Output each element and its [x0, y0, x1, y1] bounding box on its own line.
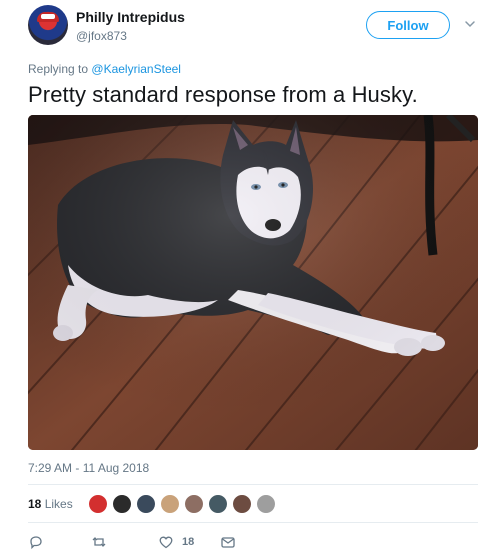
follow-button[interactable]: Follow: [366, 11, 450, 39]
retweet-icon: [92, 537, 106, 547]
liker-avatar[interactable]: [88, 494, 108, 514]
action-bar: 18: [28, 534, 478, 554]
likers-avatars: [88, 494, 280, 514]
direct-message-button[interactable]: [220, 534, 236, 550]
liker-avatar[interactable]: [232, 494, 252, 514]
liker-avatar[interactable]: [208, 494, 228, 514]
chevron-down-icon[interactable]: [464, 18, 476, 30]
likes-label: Likes: [44, 497, 73, 511]
liker-avatar[interactable]: [184, 494, 204, 514]
user-name[interactable]: Philly Intrepidus: [76, 9, 185, 25]
reply-mention-link[interactable]: @KaelyrianSteel: [91, 62, 181, 76]
avatar[interactable]: [28, 5, 68, 45]
liker-avatar[interactable]: [160, 494, 180, 514]
like-count: 18: [182, 536, 195, 548]
avatar-logo: [41, 14, 55, 19]
likes-number: 18: [28, 497, 42, 511]
tweet-photo[interactable]: [28, 115, 478, 450]
liker-avatar[interactable]: [256, 494, 276, 514]
reply-context: Replying to @KaelyrianSteel: [28, 62, 181, 76]
tweet-header: Philly Intrepidus @jfox873 Follow: [28, 0, 490, 50]
reply-prefix: Replying to: [28, 62, 89, 76]
tweet-timestamp[interactable]: 7:29 AM - 11 Aug 2018: [28, 461, 149, 475]
divider: [28, 484, 478, 485]
user-handle[interactable]: @jfox873: [76, 29, 127, 43]
like-button[interactable]: 18: [158, 534, 194, 550]
envelope-icon: [221, 537, 235, 548]
divider: [28, 522, 478, 523]
liker-avatar[interactable]: [112, 494, 132, 514]
reply-button[interactable]: [28, 534, 44, 550]
liker-avatar[interactable]: [136, 494, 156, 514]
heart-icon: [159, 536, 173, 549]
husky-photo-illustration: [28, 115, 478, 450]
reply-icon: [30, 536, 42, 550]
tweet-text: Pretty standard response from a Husky.: [28, 82, 418, 107]
retweet-button[interactable]: [91, 534, 107, 550]
likes-count[interactable]: 18 Likes: [28, 497, 73, 511]
